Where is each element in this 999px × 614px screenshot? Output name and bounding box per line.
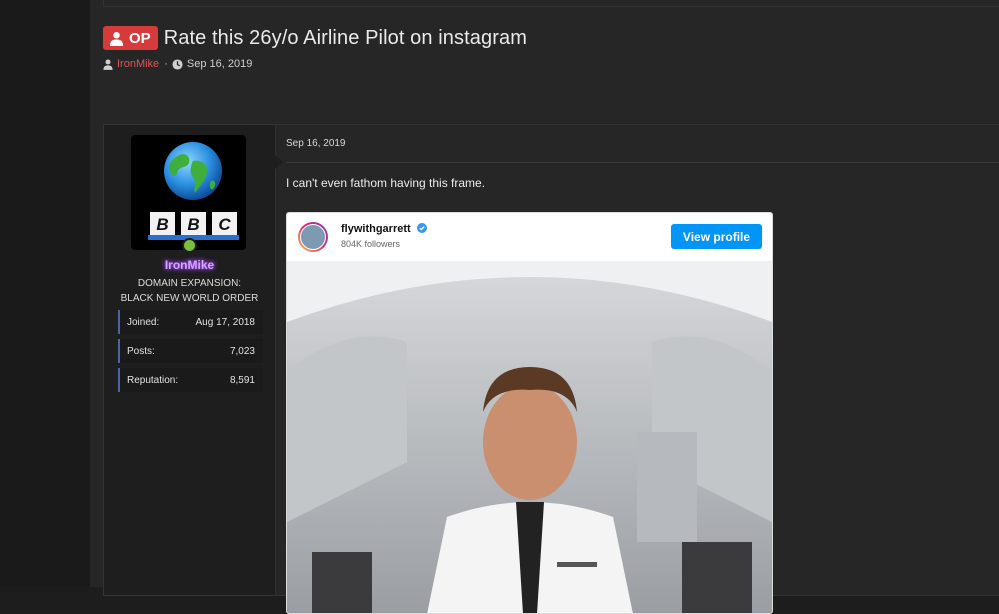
- thread-title: Rate this 26y/o Airline Pilot on instagr…: [163, 26, 527, 49]
- title-row: OP Rate this 26y/o Airline Pilot on inst…: [103, 24, 527, 52]
- stat-posts: Posts: 7,023: [118, 339, 263, 363]
- avatar-letter-3: C: [218, 215, 231, 234]
- verified-icon: [416, 223, 427, 233]
- avatar-image: B B C: [148, 142, 239, 240]
- stat-joined: Joined: Aug 17, 2018: [118, 310, 263, 334]
- user-stats: Joined: Aug 17, 2018 Posts: 7,023 Reputa…: [118, 310, 263, 397]
- instagram-embed: flywithgarrett 804K followers View profi…: [286, 212, 773, 614]
- user-column-arrow: [275, 155, 283, 169]
- instagram-avatar[interactable]: [298, 222, 328, 252]
- thread-header: OP Rate this 26y/o Airline Pilot on inst…: [103, 24, 527, 70]
- avatar-letter-2: B: [187, 215, 199, 234]
- post-username[interactable]: IronMike: [104, 258, 275, 272]
- previous-block: [103, 0, 999, 7]
- instagram-followers: 804K followers: [341, 239, 401, 249]
- post: B B C IronMike DOMAIN EXPANSION: BLACK N…: [103, 124, 999, 614]
- stat-label: Joined:: [127, 316, 160, 328]
- meta-separator: ·: [164, 58, 168, 70]
- online-status-dot: [182, 238, 197, 253]
- stat-value: Aug 17, 2018: [195, 316, 256, 328]
- stat-label: Reputation:: [127, 374, 179, 386]
- thread-meta: IronMike · Sep 16, 2019: [103, 58, 527, 70]
- post-message: I can't even fathom having this frame.: [286, 176, 486, 190]
- clock-icon: [172, 58, 183, 70]
- post-date[interactable]: Sep 16, 2019: [286, 138, 346, 149]
- user-title: DOMAIN EXPANSION: BLACK NEW WORLD ORDER: [104, 276, 275, 306]
- stat-reputation: Reputation: 8,591: [118, 368, 263, 392]
- main-area: OP Rate this 26y/o Airline Pilot on inst…: [90, 0, 999, 614]
- user-title-line-2: BLACK NEW WORLD ORDER: [120, 293, 259, 304]
- user-icon: [103, 59, 113, 70]
- user-title-line-1: DOMAIN EXPANSION:: [137, 278, 242, 289]
- stat-value: 8,591: [229, 374, 255, 386]
- instagram-photo[interactable]: [287, 262, 772, 614]
- left-rail: [0, 0, 91, 587]
- view-profile-button[interactable]: View profile: [671, 224, 762, 249]
- thread-author-link[interactable]: IronMike: [117, 58, 159, 70]
- globe-icon: [164, 142, 222, 200]
- op-label: OP: [129, 29, 151, 47]
- divider: [286, 162, 999, 163]
- stat-value: 7,023: [229, 345, 255, 357]
- avatar-letter-1: B: [156, 215, 168, 234]
- user-icon: [109, 31, 124, 46]
- stat-label: Posts:: [127, 345, 155, 357]
- post-user-column: B B C IronMike DOMAIN EXPANSION: BLACK N…: [104, 125, 276, 595]
- instagram-username: flywithgarrett: [341, 223, 411, 235]
- op-badge: OP: [103, 26, 158, 50]
- thread-date[interactable]: Sep 16, 2019: [187, 58, 252, 70]
- instagram-username-row[interactable]: flywithgarrett: [341, 223, 427, 235]
- avatar[interactable]: B B C: [131, 135, 246, 250]
- instagram-header: flywithgarrett 804K followers View profi…: [287, 213, 772, 262]
